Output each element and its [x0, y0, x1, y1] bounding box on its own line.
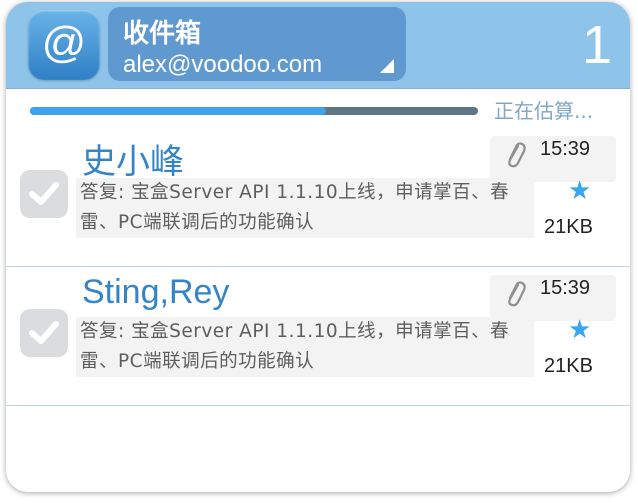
- message-subject: 答复: 宝盒Server API 1.1.10上线，申请掌百、春雷、PC端联调后…: [76, 317, 534, 377]
- message-row[interactable]: 史小峰 答复: 宝盒Server API 1.1.10上线，申请掌百、春雷、PC…: [6, 128, 630, 267]
- folder-name: 收件箱: [123, 19, 202, 49]
- message-time: 15:39: [540, 277, 591, 299]
- sync-progress-fill: [30, 107, 326, 115]
- dropdown-triangle-icon: [380, 59, 394, 73]
- unread-count: 1: [581, 15, 612, 75]
- message-time: 15:39: [540, 138, 591, 160]
- account-selector[interactable]: 收件箱 alex@voodoo.com: [108, 7, 406, 81]
- message-size: 21KB: [544, 355, 593, 377]
- star-icon[interactable]: ★: [568, 176, 591, 206]
- message-checkbox[interactable]: [20, 170, 68, 218]
- paperclip-icon: [508, 142, 526, 168]
- at-sign-icon: @: [41, 18, 87, 67]
- header-bar: @ 收件箱 alex@voodoo.com 1: [6, 2, 630, 89]
- message-row[interactable]: Sting,Rey 答复: 宝盒Server API 1.1.10上线，申请掌百…: [6, 267, 630, 406]
- message-subject: 答复: 宝盒Server API 1.1.10上线，申请掌百、春雷、PC端联调后…: [76, 178, 534, 238]
- mail-app-icon[interactable]: @: [28, 10, 100, 80]
- account-email: alex@voodoo.com: [123, 51, 323, 78]
- sync-progress-bar: [30, 107, 478, 115]
- sync-status-text: 正在估算...: [494, 99, 594, 123]
- paperclip-icon: [508, 281, 526, 307]
- message-checkbox[interactable]: [20, 309, 68, 357]
- checkmark-icon: [29, 182, 59, 205]
- message-size: 21KB: [544, 216, 593, 238]
- message-sender: 史小峰: [82, 143, 184, 181]
- message-sender: Sting,Rey: [82, 273, 230, 311]
- star-icon[interactable]: ★: [568, 315, 591, 345]
- mail-widget: @ 收件箱 alex@voodoo.com 1 正在估算... 史小峰 答复: …: [6, 2, 630, 492]
- checkmark-icon: [29, 321, 59, 344]
